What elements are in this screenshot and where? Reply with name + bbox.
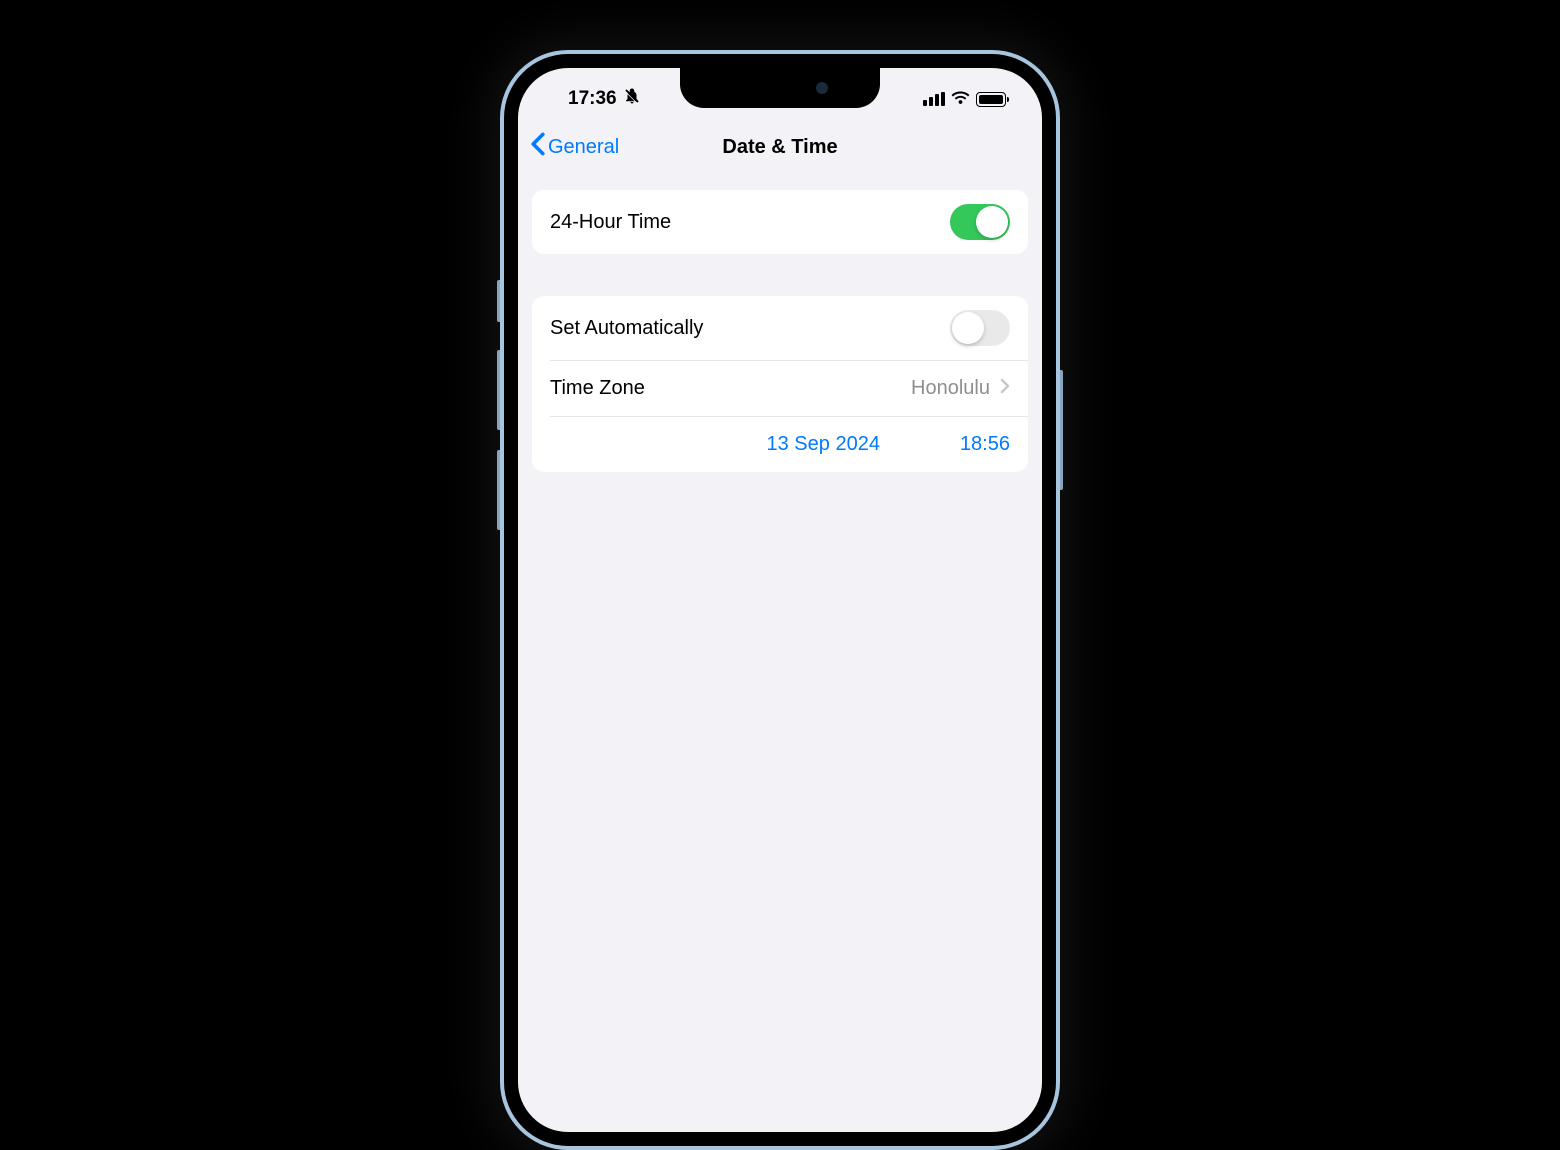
time-picker-button[interactable]: 18:56 xyxy=(960,433,1010,456)
row-label-24hour: 24-Hour Time xyxy=(550,211,671,234)
screen: 17:36 xyxy=(518,68,1042,1132)
chevron-right-icon xyxy=(1000,378,1010,399)
settings-group-time-format: 24-Hour Time xyxy=(532,190,1028,254)
battery-icon xyxy=(976,92,1006,107)
status-time: 17:36 xyxy=(568,88,617,110)
back-label: General xyxy=(548,136,619,159)
toggle-set-automatically[interactable] xyxy=(950,310,1010,346)
row-set-automatically: Set Automatically xyxy=(532,296,1028,360)
chevron-left-icon xyxy=(530,132,546,162)
page-title: Date & Time xyxy=(722,136,837,159)
silent-switch xyxy=(497,280,500,322)
notch xyxy=(680,68,880,108)
volume-down-button xyxy=(497,450,500,530)
power-button xyxy=(1060,370,1063,490)
silent-mode-icon xyxy=(623,87,641,111)
phone-frame: 17:36 xyxy=(500,50,1060,1150)
back-button[interactable]: General xyxy=(530,132,619,162)
toggle-24hour-time[interactable] xyxy=(950,204,1010,240)
row-time-zone[interactable]: Time Zone Honolulu xyxy=(550,360,1028,416)
row-24hour-time: 24-Hour Time xyxy=(532,190,1028,254)
timezone-value: Honolulu xyxy=(911,377,990,400)
row-datetime-picker: 13 Sep 2024 18:56 xyxy=(550,416,1028,472)
date-picker-button[interactable]: 13 Sep 2024 xyxy=(767,433,880,456)
cellular-signal-icon xyxy=(923,92,945,106)
row-label-set-auto: Set Automatically xyxy=(550,317,703,340)
wifi-icon xyxy=(951,90,970,109)
row-label-timezone: Time Zone xyxy=(550,377,645,400)
volume-up-button xyxy=(497,350,500,430)
settings-group-datetime: Set Automatically Time Zone Honolulu xyxy=(532,296,1028,472)
navigation-bar: General Date & Time xyxy=(518,118,1042,176)
